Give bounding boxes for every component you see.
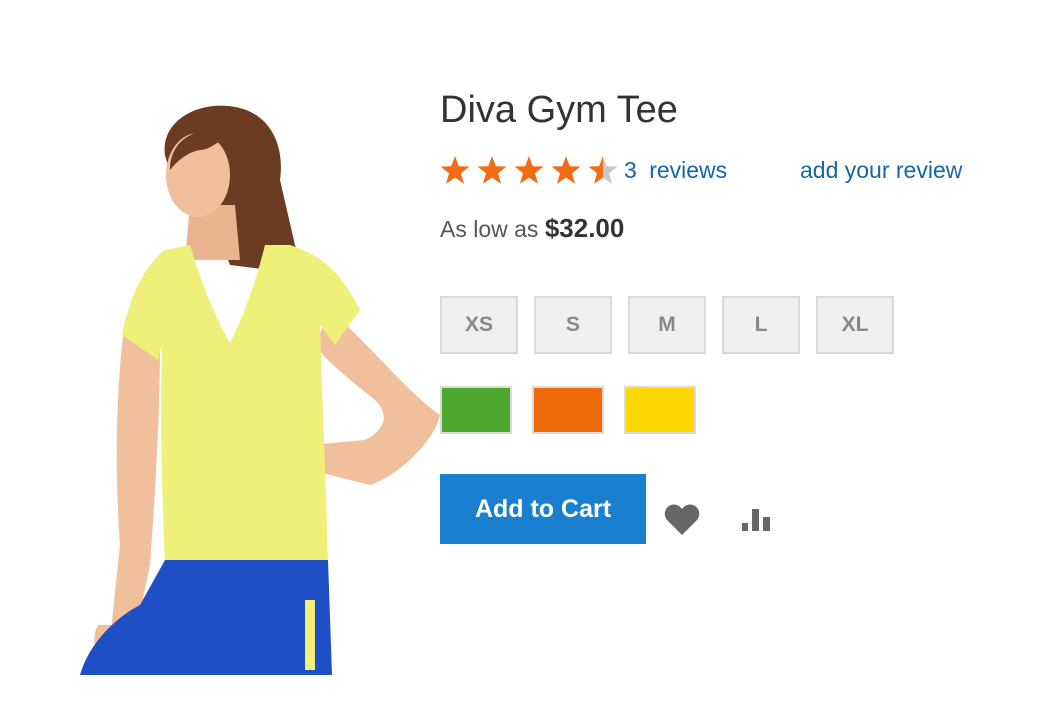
product-title: Diva Gym Tee (440, 89, 678, 131)
reviews-label: reviews (649, 157, 728, 183)
add-review-link[interactable]: add your review (800, 157, 962, 184)
reviews-count: 3 (624, 157, 637, 183)
color-option-orange[interactable] (532, 386, 604, 434)
add-to-cart-button[interactable]: Add to Cart (440, 474, 646, 544)
price-prefix: As low as (440, 216, 539, 242)
price-box: As low as $32.00 (440, 213, 624, 244)
star-icon (551, 156, 581, 184)
heart-icon[interactable] (664, 502, 700, 536)
size-option-s[interactable]: S (534, 296, 612, 354)
rating-stars (440, 154, 625, 190)
size-option-xs[interactable]: XS (440, 296, 518, 354)
size-option-xl[interactable]: XL (816, 296, 894, 354)
size-option-l[interactable]: L (722, 296, 800, 354)
star-icon (514, 156, 544, 184)
color-option-yellow[interactable] (624, 386, 696, 434)
bar-chart-icon[interactable] (740, 505, 776, 535)
price-amount: $32.00 (544, 213, 625, 243)
reviews-link[interactable]: 3 reviews (624, 157, 727, 184)
star-icon (440, 156, 470, 184)
star-icon (477, 156, 507, 184)
size-option-m[interactable]: M (628, 296, 706, 354)
star-icon (588, 156, 618, 184)
product-image (80, 105, 440, 675)
color-option-green[interactable] (440, 386, 512, 434)
